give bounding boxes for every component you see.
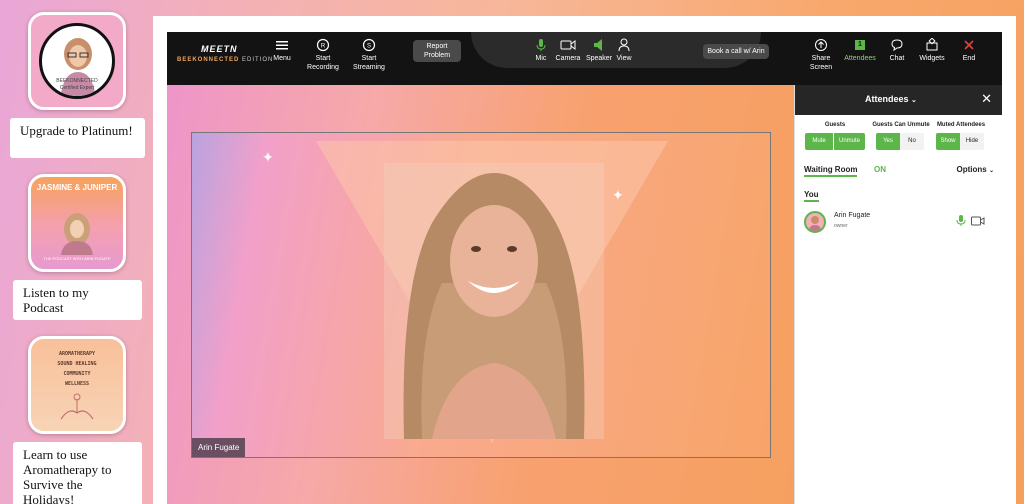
stream-icon: S bbox=[362, 38, 376, 52]
view-button[interactable]: View bbox=[613, 38, 635, 63]
view-label: View bbox=[616, 55, 632, 62]
aromatherapy-cover-image[interactable]: AROMATHERAPY SOUND HEALING COMMUNITY WEL… bbox=[28, 336, 126, 434]
share-screen-button[interactable]: Share Screen bbox=[807, 38, 835, 72]
speaker-label: Speaker bbox=[585, 55, 613, 62]
attendee-row[interactable]: Arin Fugate owner bbox=[804, 209, 994, 237]
video-feed-illustration bbox=[316, 141, 668, 443]
attendees-panel: Attendees ⌄ ✕ Guests Mute Unmute Guests … bbox=[794, 85, 1002, 504]
chat-button[interactable]: Chat bbox=[885, 38, 909, 63]
widgets-icon bbox=[926, 38, 938, 51]
yes-option[interactable]: Yes bbox=[876, 133, 900, 150]
attendee-name: Arin Fugate bbox=[834, 212, 871, 219]
mic-label: Mic bbox=[535, 55, 547, 62]
camera-button[interactable]: Camera bbox=[555, 38, 581, 63]
badge-brand-text: BEEKONNECTED bbox=[56, 78, 98, 84]
muted-attendees-label: Muted Attendees bbox=[936, 122, 986, 128]
report-problem-button[interactable]: Report Problem bbox=[413, 40, 461, 62]
guests-can-unmute-toggle: Yes No bbox=[876, 133, 924, 150]
start-recording-button[interactable]: R Start Recording bbox=[303, 38, 343, 72]
hide-option[interactable]: Hide bbox=[960, 133, 984, 150]
brand-edition: BEEKONNECTED EDITION bbox=[177, 57, 273, 63]
platinum-badge-image[interactable]: BEEKONNECTED Certified Expert bbox=[28, 12, 126, 110]
you-heading: You bbox=[804, 190, 819, 202]
camera-icon bbox=[560, 40, 576, 50]
badge-sub-text: Certified Expert bbox=[59, 85, 95, 91]
brand-accent: BEEKONNECTED bbox=[177, 57, 240, 63]
guests-label: Guests bbox=[824, 122, 846, 128]
speaker-button[interactable]: Speaker bbox=[585, 38, 613, 63]
chevron-down-icon: ⌄ bbox=[911, 97, 917, 104]
no-option[interactable]: No bbox=[900, 133, 924, 150]
attendee-role: owner bbox=[834, 223, 848, 229]
avatar-person-icon bbox=[809, 216, 821, 231]
hamburger-icon bbox=[276, 41, 288, 50]
podcast-subtitle: THE PODCAST WITH ARIN FUGATE bbox=[43, 256, 111, 261]
sparkle-icon: ✦ bbox=[262, 149, 274, 165]
show-option[interactable]: Show bbox=[936, 133, 960, 150]
options-dropdown[interactable]: Options ⌄ bbox=[957, 165, 994, 174]
unmute-option[interactable]: Unmute bbox=[833, 133, 865, 150]
listen-podcast-link[interactable]: Listen to my Podcast bbox=[13, 280, 142, 320]
participant-name-tag: Arin Fugate bbox=[192, 438, 246, 457]
svg-text:R: R bbox=[321, 44, 326, 50]
end-label: End bbox=[962, 55, 976, 62]
meeting-app: MEETN BEEKONNECTED EDITION Menu R Start … bbox=[167, 32, 1002, 504]
book-call-button[interactable]: Book a call w/ Arin bbox=[703, 44, 769, 59]
chevron-down-icon: ⌄ bbox=[988, 168, 994, 174]
close-icon: ✕ bbox=[981, 91, 992, 106]
waiting-room-tab[interactable]: Waiting Room bbox=[804, 165, 858, 177]
close-x-icon bbox=[964, 40, 974, 50]
mic-button[interactable]: Mic bbox=[529, 38, 553, 63]
attendees-dropdown[interactable]: Attendees ⌄ bbox=[865, 94, 917, 104]
participant-video-tile[interactable]: ✦ ✦ Arin Fugate bbox=[191, 132, 771, 458]
close-panel-button[interactable]: ✕ bbox=[981, 92, 992, 106]
widgets-label: Widgets bbox=[919, 55, 945, 62]
start-streaming-button[interactable]: S Start Streaming bbox=[349, 38, 389, 72]
microphone-icon bbox=[536, 39, 546, 51]
meeting-window: MEETN BEEKONNECTED EDITION Menu R Start … bbox=[153, 16, 1016, 504]
start-streaming-label: Start Streaming bbox=[353, 55, 385, 71]
attendees-button[interactable]: 1 Attendees bbox=[841, 38, 879, 63]
avatar bbox=[804, 211, 826, 233]
upgrade-platinum-link[interactable]: Upgrade to Platinum! bbox=[10, 118, 145, 158]
record-icon: R bbox=[316, 38, 330, 52]
share-screen-label: Share Screen bbox=[809, 55, 833, 71]
video-stage: ✦ ✦ Arin Fugate bbox=[167, 85, 794, 504]
widgets-button[interactable]: Widgets bbox=[915, 38, 949, 63]
brand-logo: MEETN bbox=[201, 44, 238, 54]
person-view-icon bbox=[618, 38, 630, 52]
attendees-count-badge: 1 bbox=[855, 40, 865, 50]
menu-button[interactable]: Menu bbox=[267, 38, 297, 63]
menu-label: Menu bbox=[273, 55, 291, 62]
microphone-icon bbox=[956, 215, 966, 226]
chat-label: Chat bbox=[889, 55, 905, 62]
camera-label: Camera bbox=[555, 55, 581, 62]
share-upload-icon bbox=[815, 39, 827, 51]
profile-photo-circle: BEEKONNECTED Certified Expert bbox=[39, 23, 115, 99]
aromatherapy-link[interactable]: Learn to use Aromatherapy to Survive the… bbox=[13, 442, 142, 504]
attendees-label: Attendees bbox=[844, 55, 876, 62]
guests-mute-toggle: Mute Unmute bbox=[805, 133, 865, 150]
svg-text:S: S bbox=[367, 44, 371, 50]
speaker-icon bbox=[594, 39, 602, 51]
mute-option[interactable]: Mute bbox=[805, 133, 833, 150]
attendees-panel-title: Attendees bbox=[865, 94, 909, 104]
waiting-room-status[interactable]: ON bbox=[874, 165, 886, 174]
options-label: Options bbox=[956, 165, 987, 174]
attendees-panel-header: Attendees ⌄ ✕ bbox=[795, 85, 1002, 115]
sparkle-icon: ✦ bbox=[612, 187, 624, 203]
muted-attendees-toggle: Show Hide bbox=[936, 133, 984, 150]
end-button[interactable]: End bbox=[957, 38, 981, 63]
camera-icon bbox=[971, 216, 985, 226]
hands-flower-icon bbox=[60, 393, 94, 420]
podcast-cover-image[interactable]: JASMINE & JUNIPER THE PODCAST WITH ARIN … bbox=[28, 174, 126, 272]
guests-can-unmute-label: Guests Can Unmute bbox=[872, 122, 930, 128]
top-toolbar: MEETN BEEKONNECTED EDITION Menu R Start … bbox=[167, 32, 1002, 85]
chat-bubble-icon bbox=[891, 39, 903, 52]
start-recording-label: Start Recording bbox=[307, 55, 339, 71]
